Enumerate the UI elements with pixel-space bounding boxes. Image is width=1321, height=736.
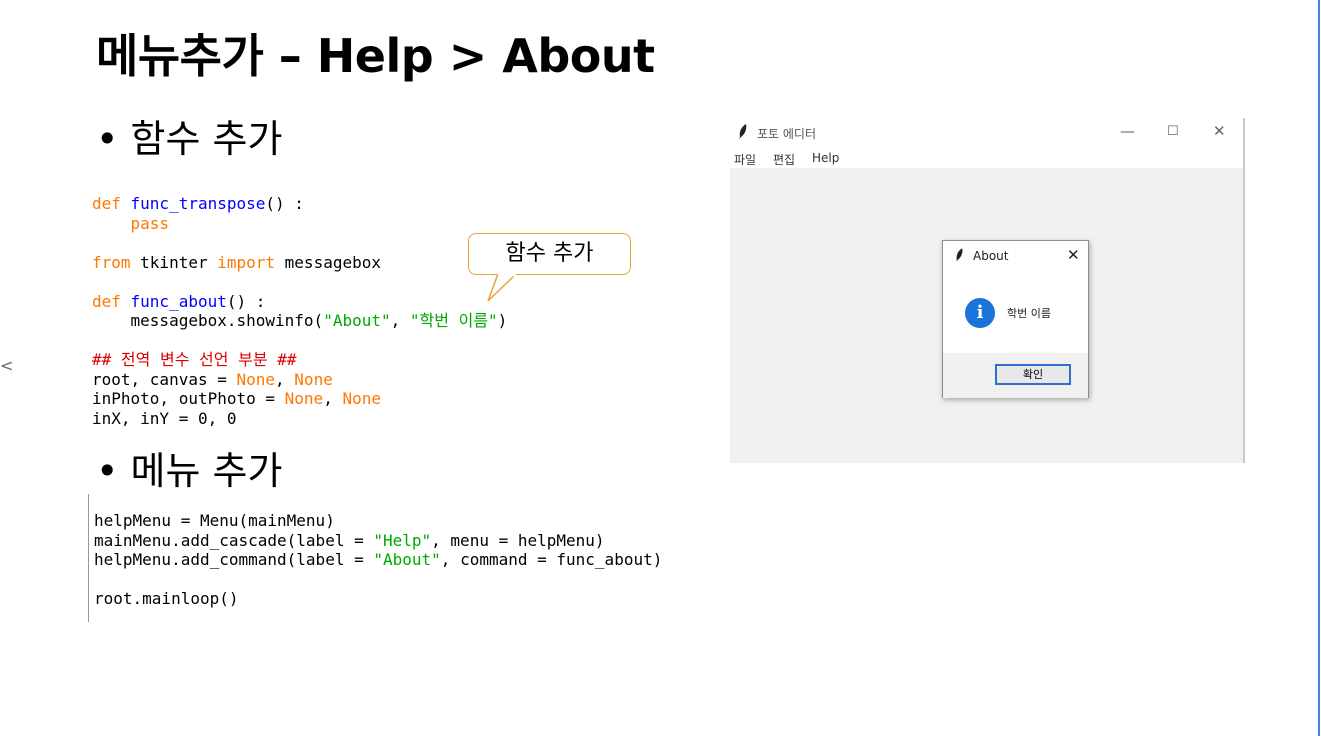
close-button[interactable]: ✕ bbox=[1213, 122, 1226, 140]
info-icon: i bbox=[965, 298, 995, 328]
code-keyword: def bbox=[92, 291, 131, 311]
code-keyword: None bbox=[236, 369, 276, 389]
slide-right-edge bbox=[1318, 0, 1320, 736]
callout-add-function: 함수 추가 bbox=[468, 233, 631, 275]
code-keyword: None bbox=[294, 369, 333, 389]
code-comment: ## 전역 변수 선언 부분 ## bbox=[92, 350, 297, 369]
code-block-functions: def func_transpose() : pass from tkinter… bbox=[92, 194, 507, 428]
maximize-button[interactable]: ☐ bbox=[1167, 124, 1179, 139]
code-text: , menu = helpMenu) bbox=[431, 530, 605, 550]
minimize-button[interactable]: — bbox=[1120, 122, 1135, 140]
code-string: "About" bbox=[373, 550, 441, 569]
window-title: 포토 에디터 bbox=[757, 127, 817, 141]
code-text: helpMenu = Menu(mainMenu) bbox=[94, 511, 335, 530]
code-text: , bbox=[390, 311, 410, 330]
menu-file[interactable]: 파일 bbox=[734, 151, 756, 168]
about-dialog: About ✕ i 학번 이름 확인 bbox=[942, 240, 1089, 398]
bullet-add-function: • 함수 추가 bbox=[96, 117, 283, 161]
dialog-title: About bbox=[973, 249, 1009, 263]
code-string: "학번 이름" bbox=[409, 311, 498, 330]
code-function-name: func_about bbox=[130, 291, 227, 311]
code-keyword: from bbox=[92, 252, 131, 272]
code-string: "Help" bbox=[373, 530, 432, 550]
feather-icon bbox=[955, 248, 964, 265]
code-text: messagebox bbox=[275, 252, 381, 272]
code-text: tkinter bbox=[130, 252, 218, 272]
ok-button[interactable]: 확인 bbox=[995, 364, 1071, 385]
code-text: () : bbox=[226, 291, 266, 311]
code-keyword: def bbox=[92, 194, 131, 213]
callout-tail bbox=[487, 274, 518, 302]
code-text: , bbox=[323, 389, 343, 408]
dialog-message: 학번 이름 bbox=[1007, 307, 1051, 320]
dialog-footer: 확인 bbox=[943, 353, 1088, 398]
code-text: , bbox=[275, 369, 295, 389]
code-keyword: None bbox=[342, 389, 381, 408]
code-function-name: func_transpose bbox=[130, 194, 266, 213]
code-text: inX, inY = 0, 0 bbox=[92, 408, 237, 428]
code-text: ) bbox=[497, 311, 508, 330]
code-text: mainMenu.add_cascade(label = bbox=[94, 530, 374, 550]
dialog-close-button[interactable]: ✕ bbox=[1067, 246, 1080, 264]
code-keyword: pass bbox=[92, 213, 170, 233]
menu-edit[interactable]: 편집 bbox=[773, 151, 795, 168]
window-titlebar: 포토 에디터 — ☐ ✕ bbox=[730, 118, 1245, 148]
code-text: messagebox.showinfo( bbox=[92, 311, 324, 330]
code-keyword: import bbox=[217, 252, 276, 272]
prev-slide-arrow[interactable]: < bbox=[0, 356, 13, 375]
code-text: helpMenu.add_command(label = bbox=[94, 550, 374, 569]
menu-help[interactable]: Help bbox=[812, 151, 839, 165]
code-keyword: None bbox=[284, 389, 324, 408]
slide-title: 메뉴추가 – Help > About bbox=[96, 29, 655, 83]
code-block-menu: helpMenu = Menu(mainMenu) mainMenu.add_c… bbox=[94, 511, 662, 609]
window-menubar: 파일 편집 Help bbox=[730, 148, 1245, 168]
code-text: root, canvas = bbox=[92, 369, 237, 389]
code-string: "About" bbox=[323, 311, 391, 330]
code-text: root.mainloop() bbox=[94, 589, 239, 608]
code-text: () : bbox=[265, 194, 304, 213]
bullet-add-menu: • 메뉴 추가 bbox=[96, 449, 283, 493]
feather-icon bbox=[738, 124, 748, 143]
code-text: , command = func_about) bbox=[440, 550, 663, 569]
window-right-border bbox=[1243, 118, 1245, 463]
code-block-border bbox=[88, 494, 89, 622]
code-text: inPhoto, outPhoto = bbox=[92, 389, 285, 408]
